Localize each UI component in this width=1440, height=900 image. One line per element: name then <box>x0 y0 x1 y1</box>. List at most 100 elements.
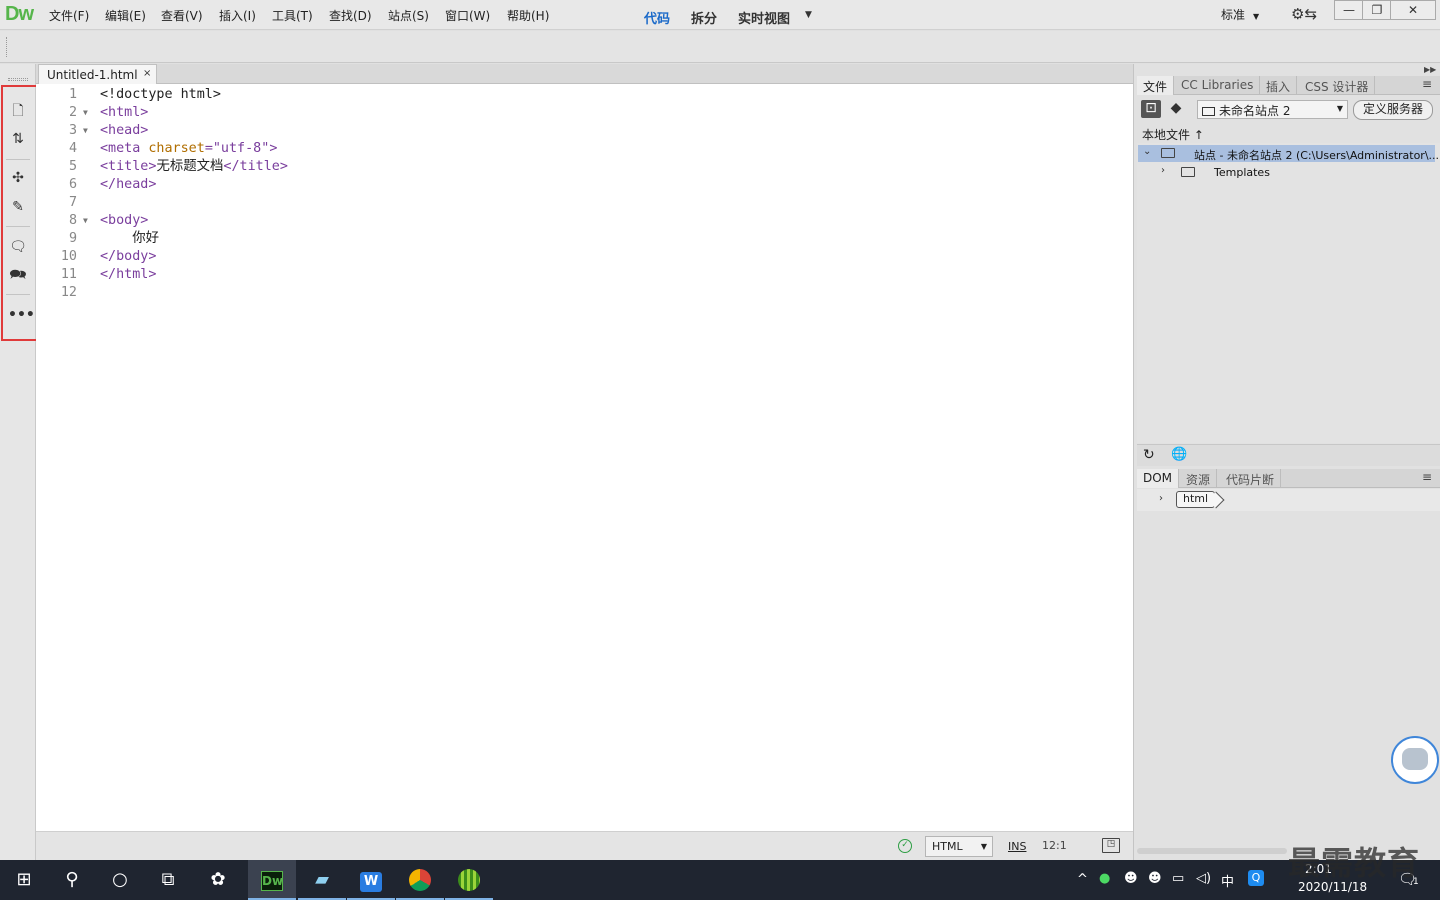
code-line[interactable]: 11 </html> <box>36 266 1126 284</box>
chevron-right-icon[interactable]: › <box>1161 165 1165 176</box>
document-type-select[interactable]: HTML ▼ <box>925 836 993 857</box>
code-text: </body> <box>100 249 157 264</box>
code-line[interactable]: 2 ▼ <html> <box>36 104 1126 122</box>
git-icon[interactable]: ◆ <box>1166 100 1186 118</box>
live-view-button[interactable]: 实时视图 <box>738 8 790 27</box>
menu-insert[interactable]: 插入(I) <box>219 7 256 24</box>
start-button[interactable]: ⊞ <box>0 860 48 900</box>
chrome-taskbar-button[interactable] <box>396 860 444 900</box>
close-tab-icon[interactable]: × <box>143 68 151 79</box>
collapse-panels-icon[interactable]: ▶▶ <box>1424 65 1436 74</box>
code-line[interactable]: 10 </body> <box>36 248 1126 266</box>
code-line[interactable]: 7 <box>36 194 1126 212</box>
split-view-button[interactable]: 拆分 <box>691 8 717 27</box>
fold-toggle-icon[interactable]: ▼ <box>83 122 88 140</box>
code-editor[interactable]: 1 <!doctype html> 2 ▼ <html> 3 ▼ <head> 4 <meta c… <box>36 84 1133 831</box>
menu-view[interactable]: 查看(V) <box>161 7 203 24</box>
insert-mode-toggle[interactable]: INS <box>1008 840 1026 853</box>
network-icon[interactable]: ▭ <box>1172 871 1184 886</box>
menu-find[interactable]: 查找(D) <box>329 7 372 24</box>
line-number: 2 <box>68 105 77 120</box>
files-panel-footer: ↻ 🌐 <box>1137 444 1440 466</box>
code-line[interactable]: 3 ▼ <head> <box>36 122 1126 140</box>
menu-tools[interactable]: 工具(T) <box>272 7 313 24</box>
connect-server-icon[interactable]: ⊡ <box>1141 100 1161 118</box>
code-text: </head> <box>100 177 157 192</box>
ime-indicator[interactable]: 中 <box>1221 871 1234 890</box>
qq-browser-icon[interactable]: Q <box>1248 870 1264 886</box>
watermelon-app-taskbar-button[interactable] <box>445 860 493 900</box>
code-line[interactable]: 5 <title>无标题文档</title> <box>36 158 1126 176</box>
sync-settings-icon[interactable]: ⚙⇆ <box>1291 5 1317 23</box>
tab-dom[interactable]: DOM <box>1137 469 1180 488</box>
notepad-taskbar-button[interactable]: ▰ <box>298 860 346 900</box>
pinwheel-app-button[interactable]: ✿ <box>194 860 242 900</box>
show-hidden-icons-icon[interactable]: ^ <box>1077 872 1088 887</box>
dom-node-html[interactable]: html <box>1176 491 1216 508</box>
site-select[interactable]: 未命名站点 2 ▼ <box>1197 100 1348 119</box>
fold-toggle-icon[interactable]: ▼ <box>83 104 88 122</box>
live-view-dropdown-icon[interactable]: ▼ <box>805 10 812 20</box>
tab-cc-libraries[interactable]: CC Libraries <box>1175 76 1261 95</box>
dreamweaver-taskbar-button[interactable]: Dw <box>248 860 296 900</box>
files-tree <box>1137 143 1440 443</box>
close-window-button[interactable]: ✕ <box>1390 0 1436 20</box>
workspace-switcher[interactable]: 标准 ▼ <box>1221 6 1259 23</box>
wechat-icon[interactable]: ● <box>1099 871 1110 886</box>
line-number: 3 <box>68 123 77 138</box>
task-view-button[interactable]: ⧉ <box>144 860 192 900</box>
panel-menu-icon[interactable]: ≡ <box>1422 470 1432 484</box>
code-line[interactable]: 8 ▼ <body> <box>36 212 1126 230</box>
preview-in-browser-icon[interactable]: ◳ <box>1102 838 1120 853</box>
tree-row-site-root[interactable]: ⌄ 站点 - 未命名站点 2 (C:\Users\Administrator\.… <box>1138 145 1439 162</box>
tree-row-templates[interactable]: › Templates <box>1138 164 1435 181</box>
chevron-down-icon: ▼ <box>980 842 987 851</box>
code-view-button[interactable]: 代码 <box>644 8 670 27</box>
tab-snippets[interactable]: 代码片断 <box>1220 469 1282 488</box>
search-icon: ⚲ <box>65 869 79 890</box>
menu-help[interactable]: 帮助(H) <box>507 7 549 24</box>
code-line[interactable]: 6 </head> <box>36 176 1126 194</box>
panel-scrollbar[interactable] <box>1137 848 1287 854</box>
wps-icon: W <box>360 872 382 892</box>
menu-window[interactable]: 窗口(W) <box>445 7 490 24</box>
volume-icon[interactable]: ◁) <box>1196 871 1211 886</box>
cortana-icon: ○ <box>112 869 128 890</box>
get-files-icon[interactable]: 🌐 <box>1171 447 1187 462</box>
tab-files[interactable]: 文件 <box>1137 76 1175 95</box>
code-line[interactable]: 1 <!doctype html> <box>36 86 1126 104</box>
wps-taskbar-button[interactable]: W <box>347 860 395 900</box>
chevron-right-icon[interactable]: › <box>1159 493 1163 504</box>
search-button[interactable]: ⚲ <box>48 860 96 900</box>
refresh-icon[interactable]: ↻ <box>1143 447 1155 463</box>
tab-css-designer[interactable]: CSS 设计器 <box>1299 76 1376 95</box>
tab-assets[interactable]: 资源 <box>1180 469 1218 488</box>
document-tab[interactable]: Untitled-1.html × <box>38 64 157 85</box>
code-line[interactable]: 9 你好 <box>36 230 1126 248</box>
cortana-button[interactable]: ○ <box>96 860 144 900</box>
minimize-button[interactable]: — <box>1334 0 1364 20</box>
restore-button[interactable]: ❐ <box>1362 0 1392 20</box>
tab-insert[interactable]: 插入 <box>1260 76 1298 95</box>
define-server-button[interactable]: 定义服务器 <box>1353 100 1433 120</box>
chevron-down-icon[interactable]: ⌄ <box>1143 146 1151 157</box>
menu-file[interactable]: 文件(F) <box>49 7 89 24</box>
dreamweaver-logo: Dw <box>5 3 34 25</box>
qq-icon[interactable]: ☻ <box>1124 871 1138 886</box>
line-number: 10 <box>60 249 77 264</box>
panel-menu-icon[interactable]: ≡ <box>1422 77 1432 91</box>
local-files-header[interactable]: 本地文件 ↑ <box>1142 126 1204 143</box>
qq-icon[interactable]: ☻ <box>1148 871 1162 886</box>
code-line[interactable]: 12 <box>36 284 1126 302</box>
no-errors-check-icon[interactable]: ✓ <box>898 839 912 853</box>
menu-site[interactable]: 站点(S) <box>388 7 429 24</box>
code-text: <head> <box>100 123 149 138</box>
menu-edit[interactable]: 编辑(E) <box>105 7 146 24</box>
toolbar-grip[interactable] <box>8 78 28 81</box>
line-number: 8 <box>68 213 77 228</box>
toolbar-grip[interactable] <box>6 37 9 57</box>
folder-icon <box>1202 107 1215 116</box>
fold-toggle-icon[interactable]: ▼ <box>83 212 88 230</box>
code-line[interactable]: 4 <meta charset="utf-8"> <box>36 140 1126 158</box>
assistant-avatar-icon[interactable] <box>1391 736 1439 784</box>
